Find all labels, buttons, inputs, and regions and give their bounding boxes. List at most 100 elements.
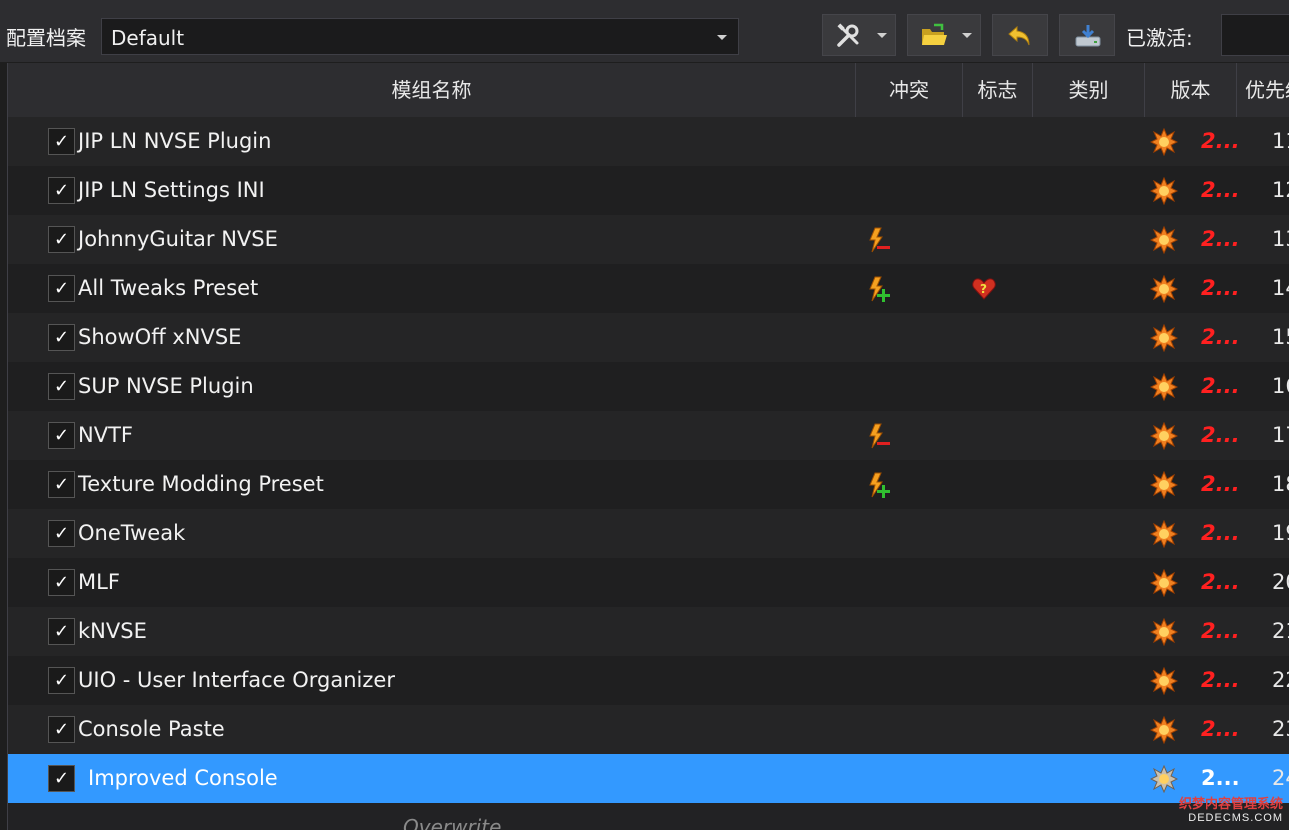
mod-enabled-checkbox[interactable]: ✓ [48, 422, 75, 449]
mod-row-10[interactable]: ✓ MLF 2... 20 [8, 558, 1289, 607]
mod-enabled-checkbox[interactable]: ✓ [48, 275, 75, 302]
mod-enabled-checkbox[interactable]: ✓ [48, 324, 75, 351]
mod-row-14[interactable]: ✓ Improved Console 2... 24 [8, 754, 1289, 803]
chevron-down-icon [717, 35, 727, 40]
profile-value: Default [111, 26, 185, 50]
wrench-screwdriver-icon [837, 23, 859, 47]
version-burst-icon [1150, 422, 1178, 450]
version-burst-icon [1150, 716, 1178, 744]
mod-priority: 20 [1272, 570, 1289, 594]
column-header-conflicts[interactable]: 冲突 [856, 63, 963, 117]
mod-row-4[interactable]: ✓ All Tweaks Preset ? 2... 14 [8, 264, 1289, 313]
drive-install-icon [1075, 25, 1101, 47]
mod-name: JIP LN NVSE Plugin [78, 129, 272, 153]
mod-name: NVTF [78, 423, 133, 447]
mod-enabled-checkbox[interactable]: ✓ [48, 667, 75, 694]
mod-priority: 17 [1272, 423, 1289, 447]
lightning-plus-icon [866, 275, 892, 307]
mod-enabled-checkbox[interactable]: ✓ [48, 471, 75, 498]
mod-enabled-checkbox[interactable]: ✓ [48, 765, 75, 792]
profile-dropdown[interactable]: Default [101, 18, 739, 55]
mod-list[interactable]: 模组名称 冲突 标志 类别 版本 优先级 ✓ JIP LN NVSE Plugi… [7, 63, 1289, 830]
tools-button[interactable] [822, 14, 896, 56]
mod-enabled-checkbox[interactable]: ✓ [48, 569, 75, 596]
mod-name: Console Paste [78, 717, 225, 741]
mod-version: 2... [1201, 570, 1240, 594]
mod-row-7[interactable]: ✓ NVTF 2... 17 [8, 411, 1289, 460]
mod-version: 2... [1201, 668, 1240, 692]
mod-row-1[interactable]: ✓ JIP LN NVSE Plugin 2... 11 [8, 117, 1289, 166]
watermark-line2: DEDECMS.COM [1188, 812, 1283, 824]
mod-version: 2... [1201, 374, 1240, 398]
mod-priority: 21 [1272, 619, 1289, 643]
mod-priority: 12 [1272, 178, 1289, 202]
mod-version: 2... [1201, 423, 1240, 447]
open-folder-button[interactable] [907, 14, 981, 56]
mod-version: 2... [1201, 276, 1240, 300]
install-mod-button[interactable] [1059, 14, 1115, 56]
mod-row-12[interactable]: ✓ UIO - User Interface Organizer 2... 22 [8, 656, 1289, 705]
version-burst-icon [1150, 226, 1178, 254]
column-header-category[interactable]: 类别 [1033, 63, 1145, 117]
version-burst-icon [1150, 128, 1178, 156]
column-header-mod-name[interactable]: 模组名称 [8, 63, 856, 117]
lightning-plus-icon [866, 471, 892, 503]
mod-name: MLF [78, 570, 120, 594]
restore-backup-button[interactable] [992, 14, 1048, 56]
column-header-version[interactable]: 版本 [1145, 63, 1237, 117]
mod-priority: 15 [1272, 325, 1289, 349]
mod-row-5[interactable]: ✓ ShowOff xNVSE 2... 15 [8, 313, 1289, 362]
mod-enabled-checkbox[interactable]: ✓ [48, 373, 75, 400]
mod-row-3[interactable]: ✓ JohnnyGuitar NVSE 2... 13 [8, 215, 1289, 264]
active-count-field [1221, 14, 1289, 56]
lightning-minus-icon [866, 422, 892, 454]
mod-priority: 22 [1272, 668, 1289, 692]
mod-list-header: 模组名称 冲突 标志 类别 版本 优先级 [8, 63, 1289, 118]
version-burst-icon [1150, 667, 1178, 695]
mod-row-8[interactable]: ✓ Texture Modding Preset 2... 18 [8, 460, 1289, 509]
mod-version: 2... [1201, 129, 1240, 153]
mod-enabled-checkbox[interactable]: ✓ [48, 716, 75, 743]
lightning-minus-icon [866, 226, 892, 258]
mod-priority: 23 [1272, 717, 1289, 741]
undo-arrow-icon [1008, 25, 1030, 46]
mod-priority: 24 [1272, 766, 1289, 790]
mod-name: Improved Console [88, 766, 278, 790]
mod-enabled-checkbox[interactable]: ✓ [48, 128, 75, 155]
version-burst-icon [1150, 520, 1178, 548]
mod-name: JIP LN Settings INI [78, 178, 265, 202]
mod-row-2[interactable]: ✓ JIP LN Settings INI 2... 12 [8, 166, 1289, 215]
mod-row-9[interactable]: ✓ OneTweak 2... 19 [8, 509, 1289, 558]
mod-name: ShowOff xNVSE [78, 325, 242, 349]
mod-name: SUP NVSE Plugin [78, 374, 254, 398]
active-count-label: 已激活: [1126, 26, 1193, 50]
watermark: 织梦内容管理系统 DEDECMS.COM [1179, 793, 1283, 824]
mod-name: UIO - User Interface Organizer [78, 668, 395, 692]
mod-name: kNVSE [78, 619, 147, 643]
column-header-flags[interactable]: 标志 [963, 63, 1033, 117]
mod-version: 2... [1201, 619, 1240, 643]
overwrite-row-label[interactable]: Overwrite [403, 815, 501, 830]
mod-priority: 11 [1272, 129, 1289, 153]
mod-enabled-checkbox[interactable]: ✓ [48, 520, 75, 547]
mod-priority: 14 [1272, 276, 1289, 300]
mod-priority: 18 [1272, 472, 1289, 496]
mod-row-13[interactable]: ✓ Console Paste 2... 23 [8, 705, 1289, 754]
mod-version: 2... [1201, 472, 1240, 496]
mod-priority: 13 [1272, 227, 1289, 251]
version-burst-icon [1150, 765, 1178, 793]
column-header-priority[interactable]: 优先级 [1237, 63, 1289, 117]
mod-row-11[interactable]: ✓ kNVSE 2... 21 [8, 607, 1289, 656]
mod-row-6[interactable]: ✓ SUP NVSE Plugin 2... 16 [8, 362, 1289, 411]
mod-name: All Tweaks Preset [78, 276, 259, 300]
version-burst-icon [1150, 275, 1178, 303]
mod-enabled-checkbox[interactable]: ✓ [48, 226, 75, 253]
mod-name: Texture Modding Preset [78, 472, 324, 496]
top-toolbar: 配置档案 Default 已激活: [0, 0, 1289, 62]
mod-enabled-checkbox[interactable]: ✓ [48, 618, 75, 645]
mod-name: JohnnyGuitar NVSE [78, 227, 278, 251]
folder-icon [922, 23, 947, 45]
mod-enabled-checkbox[interactable]: ✓ [48, 177, 75, 204]
version-burst-icon [1150, 618, 1178, 646]
version-burst-icon [1150, 569, 1178, 597]
